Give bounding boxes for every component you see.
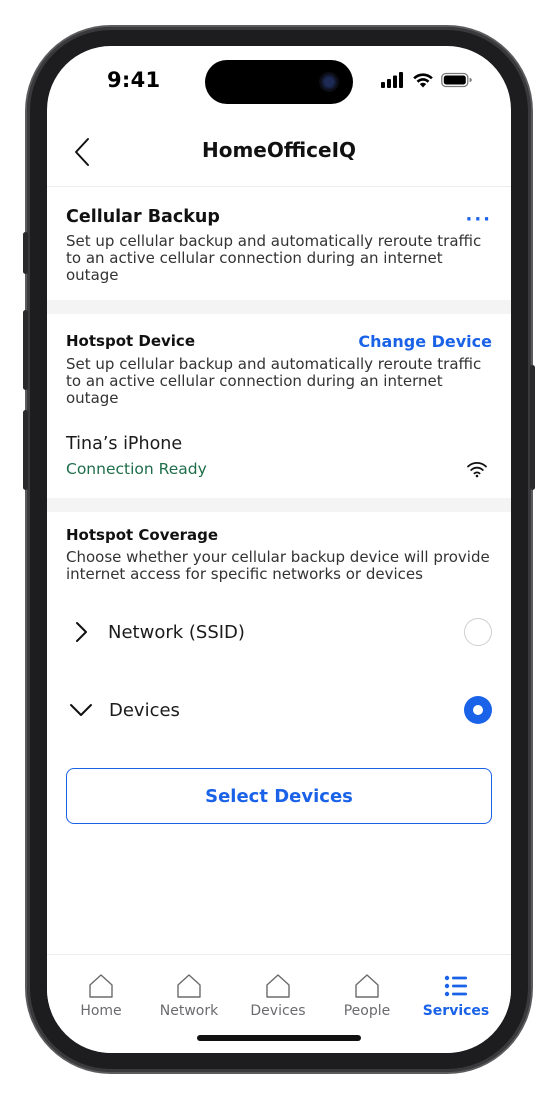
device-name: Tina’s iPhone bbox=[66, 434, 183, 454]
action-button bbox=[23, 232, 28, 274]
cellular-backup-section: Cellular Backup ··· Set up cellular back… bbox=[66, 207, 492, 284]
volume-down-button bbox=[23, 410, 28, 490]
more-options-button[interactable]: ··· bbox=[465, 209, 492, 230]
tab-label: Network bbox=[159, 1003, 219, 1019]
option-label: Network (SSID) bbox=[108, 621, 245, 643]
tab-devices[interactable]: Devices bbox=[238, 973, 318, 1019]
home-icon bbox=[177, 974, 201, 998]
tab-network[interactable]: Network bbox=[149, 973, 229, 1019]
hotspot-device-card: Tina’s iPhone Connection Ready bbox=[66, 434, 492, 490]
page-title: HomeOfficeIQ bbox=[201, 138, 357, 162]
section-separator bbox=[47, 498, 511, 512]
option-devices[interactable]: Devices bbox=[66, 690, 492, 730]
power-button bbox=[530, 365, 535, 490]
select-devices-button[interactable]: Select Devices bbox=[66, 768, 492, 824]
tab-label: Devices bbox=[250, 1003, 306, 1019]
home-icon bbox=[266, 974, 290, 998]
option-network-ssid[interactable]: Network (SSID) bbox=[66, 612, 492, 652]
cellular-backup-description: Set up cellular backup and automatically… bbox=[66, 232, 482, 284]
hotspot-coverage-description: Choose whether your cellular backup devi… bbox=[66, 548, 490, 583]
tab-label: Services bbox=[422, 1003, 490, 1019]
hotspot-coverage-section: Hotspot Coverage Choose whether your cel… bbox=[66, 526, 492, 583]
chevron-right-icon bbox=[76, 622, 87, 642]
hotspot-device-description: Set up cellular backup and automatically… bbox=[66, 355, 482, 407]
tab-label: People bbox=[343, 1003, 391, 1019]
front-camera bbox=[319, 72, 339, 92]
home-icon bbox=[89, 974, 113, 998]
tab-people[interactable]: People bbox=[327, 973, 407, 1019]
device-status: Connection Ready bbox=[66, 460, 207, 478]
chevron-down-icon bbox=[70, 704, 92, 716]
radio-button-selected[interactable] bbox=[464, 696, 492, 724]
app-screen: 9:41 HomeOfficeIQ Cellular Backup ··· Se… bbox=[47, 46, 511, 1053]
volume-up-button bbox=[23, 310, 28, 390]
tab-label: Home bbox=[80, 1003, 122, 1019]
list-icon bbox=[444, 975, 467, 997]
tab-services[interactable]: Services bbox=[416, 973, 496, 1019]
cellular-backup-title: Cellular Backup bbox=[66, 207, 220, 227]
tab-home[interactable]: Home bbox=[61, 973, 141, 1019]
header-divider bbox=[47, 186, 511, 187]
option-label: Devices bbox=[109, 699, 180, 721]
wifi-status-icon bbox=[413, 73, 433, 88]
wifi-icon bbox=[467, 462, 487, 478]
hotspot-coverage-title: Hotspot Coverage bbox=[66, 526, 219, 544]
home-icon bbox=[355, 974, 379, 998]
signal-icon bbox=[381, 72, 403, 88]
battery-icon bbox=[441, 72, 472, 88]
radio-button[interactable] bbox=[464, 618, 492, 646]
status-icons bbox=[381, 72, 473, 88]
app-header: HomeOfficeIQ bbox=[47, 124, 511, 186]
hotspot-device-section: Hotspot Device Change Device Set up cell… bbox=[66, 332, 492, 407]
status-time: 9:41 bbox=[107, 68, 161, 92]
home-indicator bbox=[197, 1035, 361, 1041]
change-device-button[interactable]: Change Device bbox=[358, 332, 492, 351]
dynamic-island bbox=[205, 60, 353, 104]
section-separator bbox=[47, 300, 511, 314]
